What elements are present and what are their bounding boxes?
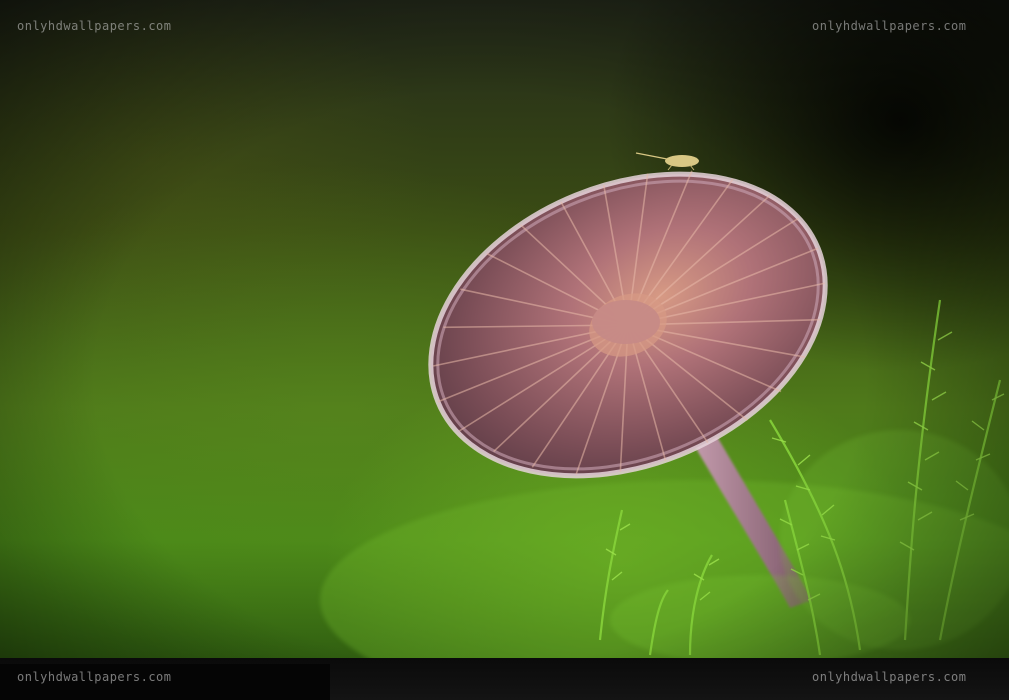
watermark-bottom-left: onlyhdwallpapers.com	[17, 670, 172, 684]
mushroom-scene	[320, 152, 1009, 658]
watermark-top-right: onlyhdwallpapers.com	[812, 19, 967, 33]
wallpaper-image: onlyhdwallpapers.com onlyhdwallpapers.co…	[0, 0, 1009, 700]
insect	[635, 152, 699, 171]
stem-apex	[592, 300, 660, 344]
watermark-bottom-right: onlyhdwallpapers.com	[812, 670, 967, 684]
watermark-top-left: onlyhdwallpapers.com	[17, 19, 172, 33]
